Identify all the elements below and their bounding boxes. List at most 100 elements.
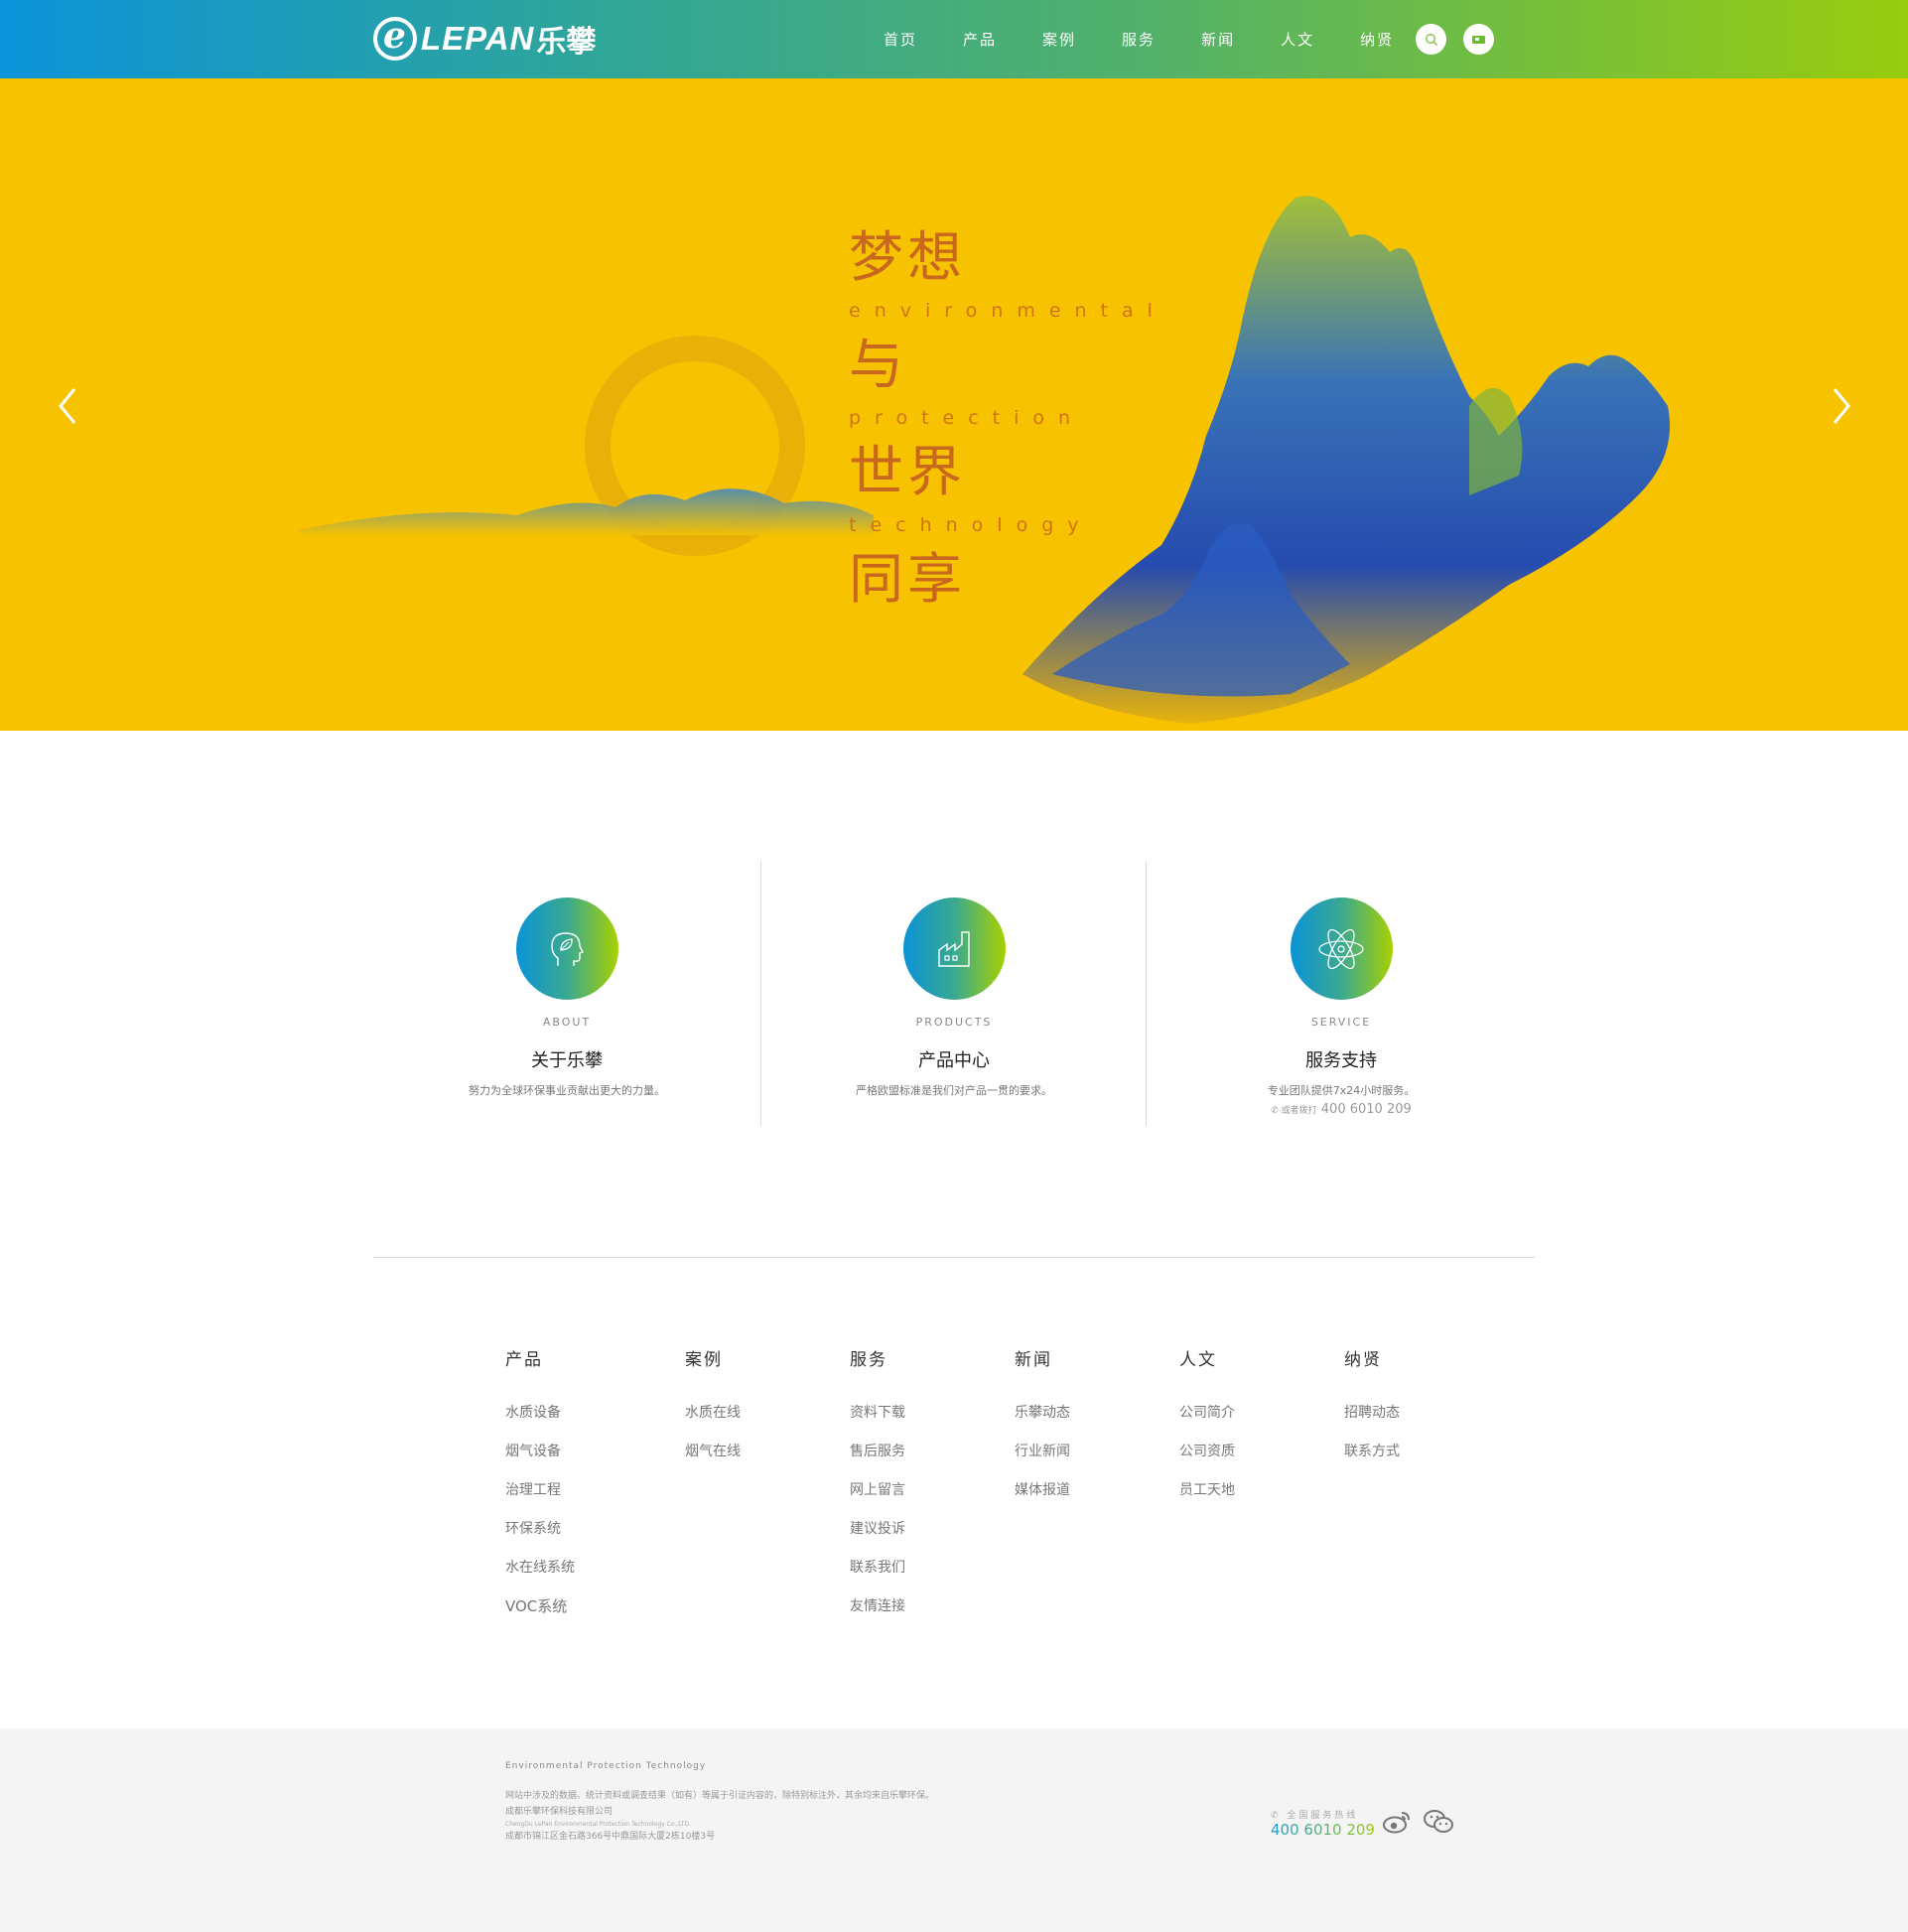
feature-phone[interactable]: ✆ 或者拨打 400 6010 209 (1148, 1102, 1535, 1117)
wechat-button[interactable] (1422, 1808, 1455, 1836)
slogan-line: 梦想 (849, 225, 967, 289)
phone-number: 400 6010 209 (1320, 1102, 1412, 1117)
footer-link[interactable]: 建议投诉 (850, 1518, 905, 1557)
next-slide-button[interactable] (1822, 376, 1861, 436)
hotline-label-text: 全国服务热线 (1287, 1811, 1359, 1821)
section-divider (373, 1257, 1535, 1258)
search-icon (1425, 33, 1437, 46)
feature-products[interactable]: PRODUCTS 产品中心 严格欧盟标准是我们对产品一贯的要求。 (760, 862, 1148, 1126)
feature-desc: 努力为全球环保事业贡献出更大的力量。 (469, 1084, 665, 1097)
language-button[interactable] (1463, 24, 1494, 55)
footer-company-en: ChengDu LePan Environmental Protection T… (505, 1821, 691, 1828)
slogan-line: 世界 (849, 440, 967, 503)
footer-col-head[interactable]: 案例 (685, 1348, 741, 1372)
footer-link[interactable]: 公司资质 (1179, 1441, 1235, 1479)
feature-desc: 严格欧盟标准是我们对产品一贯的要求。 (856, 1084, 1052, 1097)
footer-link[interactable]: 水在线系统 (505, 1557, 575, 1595)
page: LEPAN 乐攀 首页 产品 案例 服务 新闻 人文 纳贤 (0, 0, 1908, 1932)
slogan-line: 与 (849, 333, 908, 396)
slogan-subline: technology (849, 514, 1093, 536)
footer-col-head[interactable]: 人文 (1179, 1348, 1235, 1372)
weibo-icon (1383, 1812, 1410, 1834)
head-leaf-icon (551, 931, 584, 966)
search-button[interactable] (1416, 24, 1446, 55)
nav-item-news[interactable]: 新闻 (1201, 29, 1235, 50)
logo-mark-icon (373, 15, 417, 61)
nav-item-products[interactable]: 产品 (963, 29, 997, 50)
slogan-line: 同享 (849, 547, 967, 611)
nav-item-cases[interactable]: 案例 (1042, 29, 1076, 50)
hero-banner: 梦想 environmental 与 protection 世界 technol… (0, 78, 1908, 731)
footer-link[interactable]: 治理工程 (505, 1479, 575, 1518)
footer-company: 成都乐攀环保科技有限公司 (505, 1807, 613, 1817)
nav-item-home[interactable]: 首页 (884, 29, 917, 50)
phone-label: 或者拨打 (1281, 1106, 1317, 1116)
footer-col-cases: 案例 水质在线 烟气在线 (685, 1348, 741, 1479)
footer-link[interactable]: 友情连接 (850, 1595, 905, 1634)
footer-link[interactable]: 公司简介 (1179, 1402, 1235, 1441)
nav-item-culture[interactable]: 人文 (1281, 29, 1314, 50)
footer-col-head[interactable]: 新闻 (1015, 1348, 1070, 1372)
feature-desc: 专业团队提供7x24小时服务。 (1267, 1084, 1416, 1097)
phone-icon: ✆ (1271, 1106, 1282, 1116)
footer-link[interactable]: VOC系统 (505, 1595, 575, 1634)
feature-icon-circle (902, 897, 1006, 1000)
slogan-subline: environmental (849, 300, 1166, 322)
feature-icon-circle (1290, 897, 1393, 1000)
footer-link[interactable]: 媒体报道 (1015, 1479, 1070, 1518)
footer-link[interactable]: 乐攀动态 (1015, 1402, 1070, 1441)
nav-item-careers[interactable]: 纳贤 (1360, 29, 1394, 50)
footer-link[interactable]: 售后服务 (850, 1441, 905, 1479)
footer-col-careers: 纳贤 招聘动态 联系方式 (1344, 1348, 1400, 1479)
footer-notice: 网站中涉及的数据、统计资料或调查结果（如有）等属于引证内容的，除特别标注外，其余… (505, 1791, 935, 1801)
nav-item-service[interactable]: 服务 (1122, 29, 1156, 50)
site-header: LEPAN 乐攀 首页 产品 案例 服务 新闻 人文 纳贤 (0, 0, 1908, 78)
footer-col-culture: 人文 公司简介 公司资质 员工天地 (1179, 1348, 1235, 1518)
feature-title: 关于乐攀 (531, 1050, 603, 1071)
feature-en-label: PRODUCTS (915, 1016, 993, 1029)
weibo-button[interactable] (1380, 1808, 1414, 1836)
footer-col-head[interactable]: 服务 (850, 1348, 905, 1372)
footer-link[interactable]: 联系我们 (850, 1557, 905, 1595)
flag-icon (1471, 35, 1485, 44)
footer-info: Environmental Protection Technology 网站中涉… (505, 1758, 934, 1845)
footer-link[interactable]: 联系方式 (1344, 1441, 1400, 1479)
feature-en-label: SERVICE (1310, 1016, 1372, 1029)
footer-link[interactable]: 招聘动态 (1344, 1402, 1400, 1441)
feature-en-label: ABOUT (542, 1016, 592, 1029)
site-footer: Environmental Protection Technology 网站中涉… (0, 1728, 1908, 1932)
main-nav: 首页 产品 案例 服务 新闻 人文 纳贤 (884, 0, 1439, 78)
prev-slide-button[interactable] (48, 376, 87, 436)
footer-link[interactable]: 水质在线 (685, 1402, 741, 1441)
site-logo[interactable]: LEPAN 乐攀 (373, 15, 597, 61)
feature-service[interactable]: SERVICE 服务支持 专业团队提供7x24小时服务。 ✆ 或者拨打 400 … (1148, 862, 1535, 1126)
hotline-number: 400 6010 209 (1271, 1821, 1375, 1839)
footer-link[interactable]: 资料下载 (850, 1402, 905, 1441)
footer-link[interactable]: 烟气设备 (505, 1441, 575, 1479)
hero-slogan: 梦想 environmental 与 protection 世界 technol… (849, 227, 1186, 609)
feature-about[interactable]: ABOUT 关于乐攀 努力为全球环保事业贡献出更大的力量。 (373, 862, 760, 1126)
footer-col-head[interactable]: 纳贤 (1344, 1348, 1400, 1372)
footer-link[interactable]: 烟气在线 (685, 1441, 741, 1479)
slogan-subline: protection (849, 407, 1085, 429)
footer-link[interactable]: 行业新闻 (1015, 1441, 1070, 1479)
feature-title: 产品中心 (918, 1050, 990, 1071)
factory-icon (938, 930, 970, 967)
footer-link[interactable]: 网上留言 (850, 1479, 905, 1518)
footer-tagline: Environmental Protection Technology (505, 1761, 707, 1771)
footer-link[interactable]: 环保系统 (505, 1518, 575, 1557)
feature-section: ABOUT 关于乐攀 努力为全球环保事业贡献出更大的力量。 PRODUCTS 产… (373, 862, 1535, 1126)
feature-title: 服务支持 (1305, 1050, 1377, 1071)
logo-word: LEPAN (421, 20, 535, 57)
footer-link[interactable]: 员工天地 (1179, 1479, 1235, 1518)
footer-col-news: 新闻 乐攀动态 行业新闻 媒体报道 (1015, 1348, 1070, 1518)
footer-hotline[interactable]: ✆ 全国服务热线 400 6010 209 (1271, 1808, 1375, 1839)
chevron-right-icon (1833, 388, 1850, 424)
logo-cn: 乐攀 (536, 25, 597, 60)
footer-link[interactable]: 水质设备 (505, 1402, 575, 1441)
wechat-icon (1424, 1810, 1453, 1833)
footer-col-head[interactable]: 产品 (505, 1348, 575, 1372)
hotline-label: ✆ 全国服务热线 (1271, 1808, 1375, 1821)
footer-col-products: 产品 水质设备 烟气设备 治理工程 环保系统 水在线系统 VOC系统 (505, 1348, 575, 1634)
atom-icon (1318, 928, 1364, 969)
